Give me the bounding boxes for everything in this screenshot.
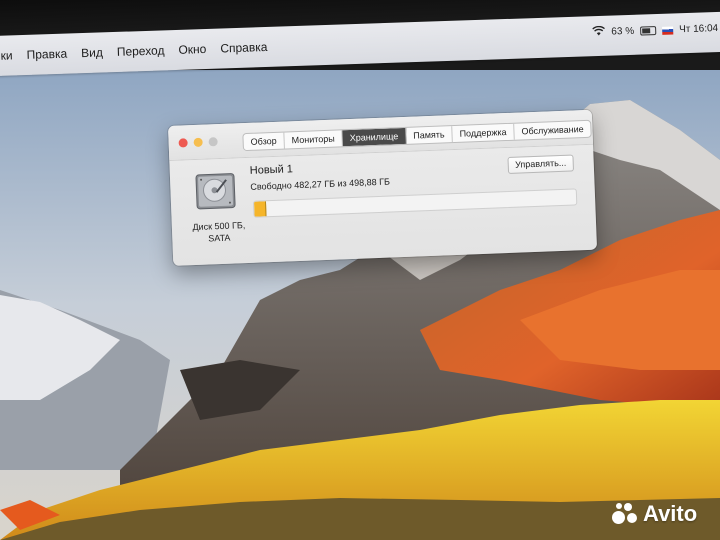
menu-item-edit[interactable]: Правка [26,47,67,62]
menu-item-view[interactable]: Вид [81,45,103,60]
screen: ки Правка Вид Переход Окно Справка 63 % … [0,0,720,540]
tab-bar: Обзор Мониторы Хранилище Память Поддержк… [242,119,592,152]
tab-service[interactable]: Обслуживание [514,121,591,140]
zoom-button[interactable] [208,137,218,147]
menu-item-window[interactable]: Окно [178,42,206,57]
tab-support[interactable]: Поддержка [452,123,515,143]
storage-used-segment [253,201,267,217]
menu-item-file[interactable]: ки [0,48,12,62]
tab-storage[interactable]: Хранилище [342,127,407,147]
tab-displays[interactable]: Мониторы [284,130,344,149]
hard-drive-icon [194,171,237,211]
menu-item-help[interactable]: Справка [220,40,268,56]
disk-label: Диск 500 ГБ, SATA [178,219,261,246]
battery-percent[interactable]: 63 % [611,26,634,38]
volume-name: Новый 1 [249,163,294,177]
manage-button[interactable]: Управлять... [507,154,575,174]
close-button[interactable] [178,138,188,148]
tab-memory[interactable]: Память [405,126,453,144]
status-area: 63 % Чт 16:04 [592,22,718,39]
storage-usage-bar [252,188,578,218]
wifi-icon[interactable] [592,25,606,39]
disk-interface-text: SATA [208,232,231,244]
avito-watermark: Avito [612,501,697,527]
tab-overview[interactable]: Обзор [243,132,285,151]
battery-icon[interactable] [639,26,657,36]
volume-free-space: Свободно 482,27 ГБ из 498,88 ГБ [250,176,391,192]
input-source-flag-icon[interactable] [661,25,674,35]
avito-logo-icon [612,503,638,525]
window-controls [178,137,218,148]
minimize-button[interactable] [193,137,203,148]
clock[interactable]: Чт 16:04 [679,23,718,35]
about-this-mac-window: Обзор Мониторы Хранилище Память Поддержк… [168,109,598,266]
menu-item-go[interactable]: Переход [117,43,165,59]
avito-text: Avito [643,501,698,526]
